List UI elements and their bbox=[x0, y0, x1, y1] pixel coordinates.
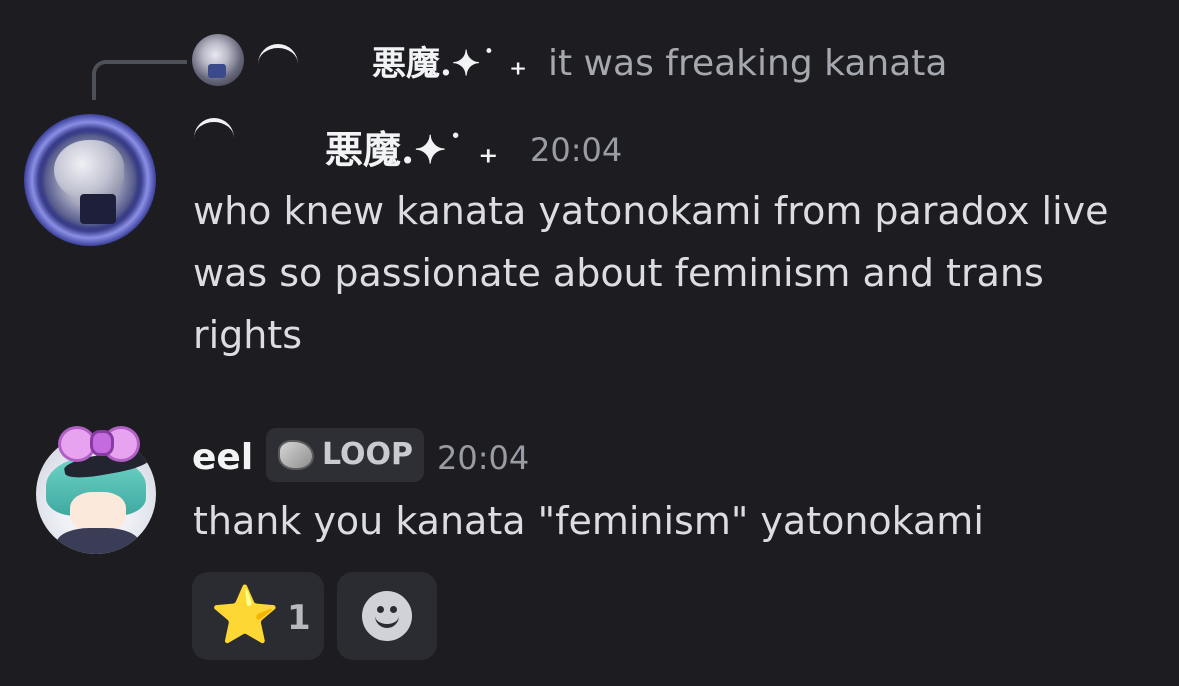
message-timestamp: 20:04 bbox=[530, 131, 623, 169]
message-text: who knew kanata yatonokami from paradox … bbox=[193, 189, 1109, 357]
reaction-count: 1 bbox=[287, 598, 311, 638]
server-tag-label: LOOP bbox=[322, 437, 414, 472]
avatar-face bbox=[70, 492, 126, 532]
reply-avatar-icon[interactable] bbox=[192, 34, 244, 86]
smiley-icon bbox=[362, 591, 412, 641]
message-text: thank you kanata "feminism" yatonokami bbox=[193, 499, 984, 543]
leaf-icon bbox=[278, 440, 314, 470]
message-author-name[interactable]: eel bbox=[192, 432, 253, 484]
reply-preview-text[interactable]: it was freaking kanata bbox=[548, 40, 947, 88]
user-avatar-icon[interactable] bbox=[24, 114, 156, 246]
message-timestamp: 20:04 bbox=[437, 439, 530, 477]
name-decoration-icon bbox=[258, 44, 298, 64]
bow-decoration-icon bbox=[58, 422, 140, 462]
message-author-name[interactable]: 悪魔.✦˙ ₊ bbox=[325, 124, 498, 176]
avatar-body bbox=[56, 528, 140, 554]
reply-connector bbox=[92, 60, 187, 100]
star-icon: ⭐ bbox=[210, 583, 280, 648]
name-decoration-icon bbox=[194, 118, 234, 138]
reply-author-name[interactable]: 悪魔.✦˙ ₊ bbox=[372, 40, 527, 88]
